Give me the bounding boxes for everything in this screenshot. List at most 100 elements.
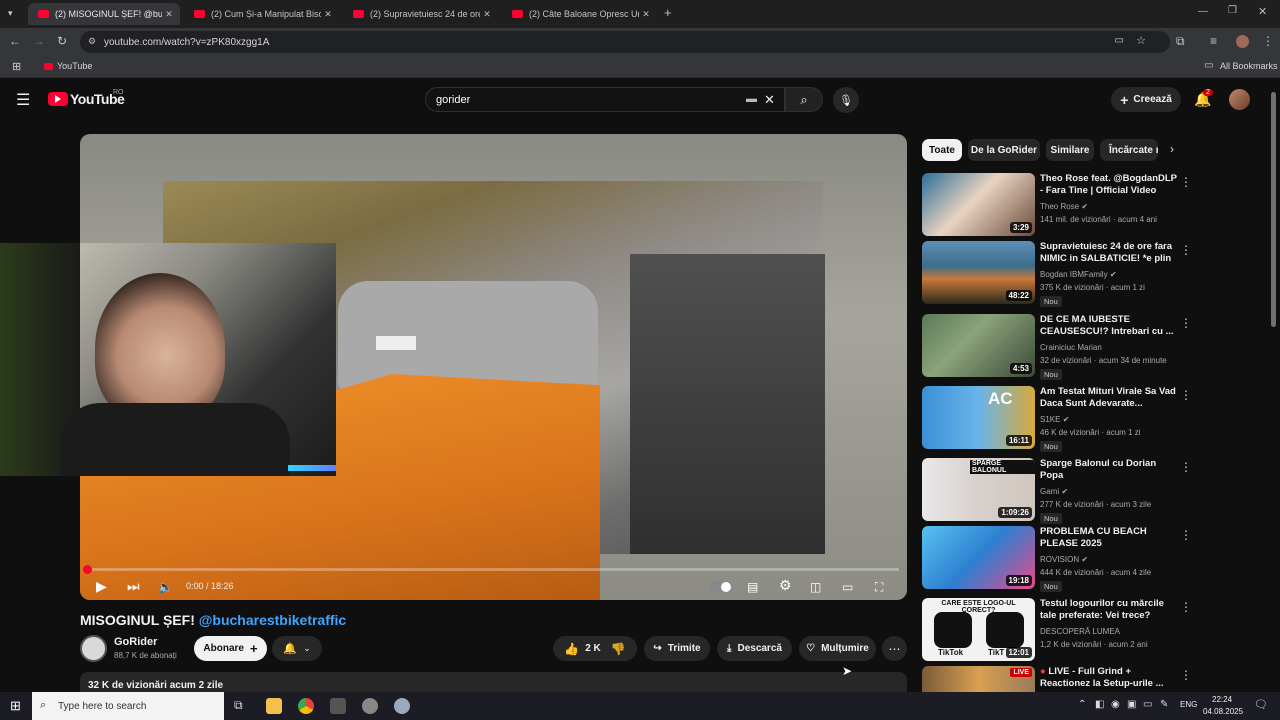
bookmark-star-icon[interactable]: ☆ [1136, 34, 1146, 47]
recommendation-item[interactable]: 4:53 DE CE MA IUBESTE CEAUSESCU!? Intreb… [922, 314, 1262, 380]
voice-search-button[interactable]: 🎙 [833, 87, 859, 113]
tab-search-icon[interactable]: ▾ [8, 8, 13, 19]
chips-next-chevron-icon[interactable]: › [1170, 142, 1174, 156]
tray-app-icon[interactable]: ▣ [1127, 699, 1136, 710]
back-icon[interactable]: ← [9, 34, 21, 48]
dislike-thumb-icon[interactable]: 👎 [611, 642, 626, 656]
channel-name[interactable]: GoRider [114, 636, 157, 648]
video-thumbnail[interactable]: SPARGE BALONUL 1:09:26 [922, 458, 1035, 521]
play-icon[interactable]: ▶ [96, 578, 107, 595]
chip-similar[interactable]: Similare [1046, 139, 1094, 161]
forward-icon[interactable]: → [33, 34, 45, 48]
minimize-icon[interactable]: — [1198, 6, 1208, 17]
video-thumbnail[interactable]: 4:53 [922, 314, 1035, 377]
recommendation-title[interactable]: PROBLEMA CU BEACH PLEASE 2025 [1040, 526, 1178, 550]
obs-icon[interactable] [362, 698, 378, 714]
file-explorer-icon[interactable] [266, 698, 282, 714]
page-scrollbar[interactable] [1271, 92, 1276, 327]
video-thumbnail[interactable]: 3:29 [922, 173, 1035, 236]
task-view-icon[interactable]: ⧉ [234, 698, 243, 713]
video-thumbnail[interactable]: 19:18 [922, 526, 1035, 589]
recommendation-item[interactable]: LIVE ● LIVE - Full Grind + Reactionez la… [922, 666, 1262, 692]
menu-hamburger-icon[interactable]: ☰ [16, 90, 30, 110]
recommendation-item[interactable]: AC 16:11 Am Testat Mituri Virale Sa Vad … [922, 386, 1262, 452]
more-vertical-icon[interactable]: ⋮ [1180, 528, 1192, 542]
windows-start-icon[interactable]: ⊞ [10, 698, 21, 714]
subscribe-button[interactable]: Abonare + [194, 636, 267, 661]
extensions-icon[interactable]: ⧉ [1176, 34, 1185, 49]
clear-search-icon[interactable]: ✕ [764, 92, 775, 108]
create-button[interactable]: + Creează [1111, 87, 1181, 112]
recommendation-channel[interactable]: S1KE ✔ [1040, 415, 1069, 424]
next-video-icon[interactable]: ⏭ [127, 578, 140, 595]
recommendation-title[interactable]: ● LIVE - Full Grind + Reactionez la Setu… [1040, 666, 1178, 690]
title-mention-link[interactable]: @bucharestbiketraffic [199, 612, 346, 628]
download-button[interactable]: ⤓ Descarcă [717, 636, 792, 661]
fullscreen-icon[interactable]: ⛶ [875, 580, 883, 595]
chip-from-gorider[interactable]: De la GoRider [968, 139, 1040, 161]
more-vertical-icon[interactable]: ⋮ [1180, 388, 1192, 402]
tab-active[interactable]: (2) MISOGINUL ȘEF! @buchare... ✕ [28, 3, 180, 25]
profile-avatar[interactable] [1236, 35, 1249, 48]
autoplay-toggle[interactable] [709, 581, 733, 593]
recommendation-channel[interactable]: Theo Rose ✔ [1040, 202, 1088, 211]
media-app-icon[interactable] [330, 698, 346, 714]
notification-center-icon[interactable]: 🗨 [1254, 698, 1268, 711]
recommendation-item[interactable]: 19:18 PROBLEMA CU BEACH PLEASE 2025 ROVI… [922, 526, 1262, 592]
tray-chevron-icon[interactable]: ⌃ [1078, 699, 1086, 710]
miniplayer-icon[interactable]: ◫ [810, 580, 821, 594]
video-thumbnail[interactable]: LIVE [922, 666, 1035, 692]
recommendation-channel[interactable]: ROVISION ✔ [1040, 555, 1088, 564]
tray-app-icon[interactable]: ◧ [1095, 699, 1104, 710]
recommendation-title[interactable]: Theo Rose feat. @BogdanDLP - Fara Tine |… [1040, 173, 1178, 197]
thanks-button[interactable]: ♡ Mulțumire [799, 636, 876, 661]
reading-list-icon[interactable]: ≡ [1210, 34, 1217, 48]
settings-gear-icon[interactable]: ⚙ [779, 577, 792, 594]
reload-icon[interactable]: ↻ [57, 34, 67, 48]
recommendation-title[interactable]: Sparge Balonul cu Dorian Popa [1040, 458, 1178, 482]
network-icon[interactable]: ▭ [1143, 699, 1152, 710]
tab-close-icon[interactable]: ✕ [480, 9, 494, 20]
pen-icon[interactable]: ✎ [1160, 699, 1168, 710]
bookmark-youtube[interactable]: YouTube [57, 61, 92, 71]
recommendation-item[interactable]: SPARGE BALONUL 1:09:26 Sparge Balonul cu… [922, 458, 1262, 524]
progress-scrubber-handle[interactable] [83, 565, 92, 574]
apps-grid-icon[interactable]: ⊞ [12, 60, 21, 73]
tab-close-icon[interactable]: ✕ [162, 9, 176, 20]
recommendation-title[interactable]: Testul logourilor cu mărcile tale prefer… [1040, 598, 1178, 622]
more-vertical-icon[interactable]: ⋮ [1180, 668, 1192, 682]
language-indicator[interactable]: ENG [1180, 700, 1197, 709]
browser-menu-icon[interactable]: ⋮ [1262, 34, 1274, 48]
tab-close-icon[interactable]: ✕ [639, 9, 653, 20]
clock-time[interactable]: 22:24 [1212, 695, 1232, 704]
maximize-icon[interactable]: ❐ [1228, 5, 1237, 16]
like-count[interactable]: 2 K [585, 643, 601, 654]
close-window-icon[interactable]: ✕ [1258, 5, 1267, 18]
notification-bell-button[interactable]: 🔔 ⌄ [272, 636, 322, 661]
tab-close-icon[interactable]: ✕ [321, 9, 335, 20]
tab-item[interactable]: (2) Cum Și-a Manipulat Bisoi Ca... ✕ [184, 3, 339, 25]
recommendation-title[interactable]: DE CE MA IUBESTE CEAUSESCU!? Intrebari c… [1040, 314, 1178, 338]
more-actions-button[interactable]: ⋯ [882, 636, 907, 661]
video-thumbnail[interactable]: CARE ESTE LOGO-UL CORECT? TikTok TikT 12… [922, 598, 1035, 661]
chrome-icon[interactable] [298, 698, 314, 714]
cast-icon[interactable]: ▭ [1115, 35, 1124, 46]
account-avatar[interactable] [1229, 89, 1250, 110]
video-thumbnail[interactable]: AC 16:11 [922, 386, 1035, 449]
theater-mode-icon[interactable]: ▭ [842, 580, 853, 594]
recommendation-channel[interactable]: DESCOPERĂ LUMEA [1040, 627, 1120, 636]
site-info-icon[interactable]: ⚙ [88, 36, 96, 47]
recommendation-item[interactable]: 3:29 Theo Rose feat. @BogdanDLP - Fara T… [922, 173, 1262, 237]
app-icon[interactable] [394, 698, 410, 714]
share-button[interactable]: ↪ Trimite [644, 636, 710, 661]
more-vertical-icon[interactable]: ⋮ [1180, 243, 1192, 257]
keyboard-icon[interactable]: ▬ [746, 93, 757, 105]
subtitles-icon[interactable]: ▤ [747, 580, 758, 594]
tab-item[interactable]: (2) Supravietuiesc 24 de ore fa... ✕ [343, 3, 498, 25]
new-tab-icon[interactable]: + [664, 5, 672, 20]
recommendation-channel[interactable]: Bogdan IBMFamily ✔ [1040, 270, 1117, 279]
more-vertical-icon[interactable]: ⋮ [1180, 460, 1192, 474]
search-button[interactable]: ⌕ [785, 87, 823, 112]
youtube-logo-icon[interactable] [48, 92, 68, 106]
recommendation-item[interactable]: 48:22 Supravietuiesc 24 de ore fara NIMI… [922, 241, 1262, 307]
